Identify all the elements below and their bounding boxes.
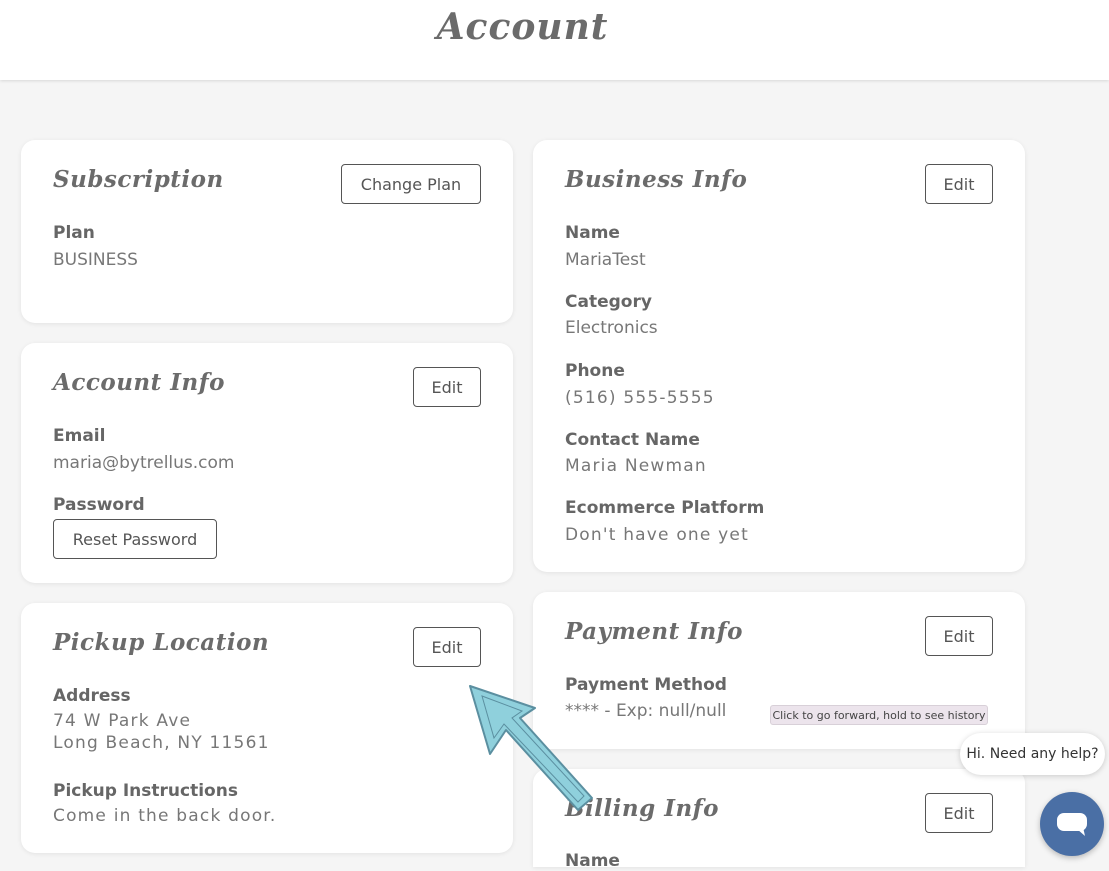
back-forward-tooltip: Click to go forward, hold to see history <box>770 705 988 725</box>
account-info-title: Account Info <box>53 369 225 396</box>
reset-password-button[interactable]: Reset Password <box>53 519 217 559</box>
billing-name-label: Name <box>565 851 620 871</box>
password-label: Password <box>53 495 145 515</box>
chat-launcher-button[interactable] <box>1040 792 1104 856</box>
pickup-location-card: Pickup Location Edit Address 74 W Park A… <box>21 603 513 853</box>
category-value: Electronics <box>565 318 658 338</box>
address-label: Address <box>53 686 131 706</box>
billing-info-edit-button[interactable]: Edit <box>925 793 993 833</box>
business-name-value: MariaTest <box>565 250 646 270</box>
business-name-label: Name <box>565 223 620 243</box>
chat-icon <box>1057 813 1087 836</box>
pointer-arrow-icon <box>469 685 593 811</box>
category-label: Category <box>565 292 652 312</box>
pickup-instructions-label: Pickup Instructions <box>53 781 238 801</box>
pickup-instructions-value: Come in the back door. <box>53 806 277 826</box>
change-plan-button[interactable]: Change Plan <box>341 164 481 204</box>
contact-name-value: Maria Newman <box>565 456 707 476</box>
business-info-title: Business Info <box>565 166 748 193</box>
ecommerce-platform-label: Ecommerce Platform <box>565 498 765 518</box>
page-title: Account <box>436 6 609 48</box>
plan-label: Plan <box>53 223 95 243</box>
subscription-card: Subscription Change Plan Plan BUSINESS <box>21 140 513 323</box>
phone-value: (516) 555-5555 <box>565 388 715 408</box>
email-value: maria@bytrellus.com <box>53 453 235 473</box>
account-info-edit-button[interactable]: Edit <box>413 367 481 407</box>
email-label: Email <box>53 426 106 446</box>
phone-label: Phone <box>565 361 625 381</box>
chat-help-bubble[interactable]: Hi. Need any help? <box>960 733 1105 775</box>
plan-value: BUSINESS <box>53 250 138 270</box>
business-info-card: Business Info Edit Name MariaTest Catego… <box>533 140 1025 572</box>
address-line-1: 74 W Park Ave <box>53 711 192 731</box>
pickup-location-title: Pickup Location <box>53 629 270 656</box>
pickup-location-edit-button[interactable]: Edit <box>413 627 481 667</box>
payment-info-title: Payment Info <box>565 618 743 645</box>
ecommerce-platform-value: Don't have one yet <box>565 525 749 545</box>
contact-name-label: Contact Name <box>565 430 700 450</box>
payment-info-edit-button[interactable]: Edit <box>925 616 993 656</box>
business-info-edit-button[interactable]: Edit <box>925 164 993 204</box>
subscription-title: Subscription <box>53 166 224 193</box>
address-line-2: Long Beach, NY 11561 <box>53 733 270 753</box>
top-header: Account <box>0 0 1109 80</box>
account-info-card: Account Info Edit Email maria@bytrellus.… <box>21 343 513 583</box>
